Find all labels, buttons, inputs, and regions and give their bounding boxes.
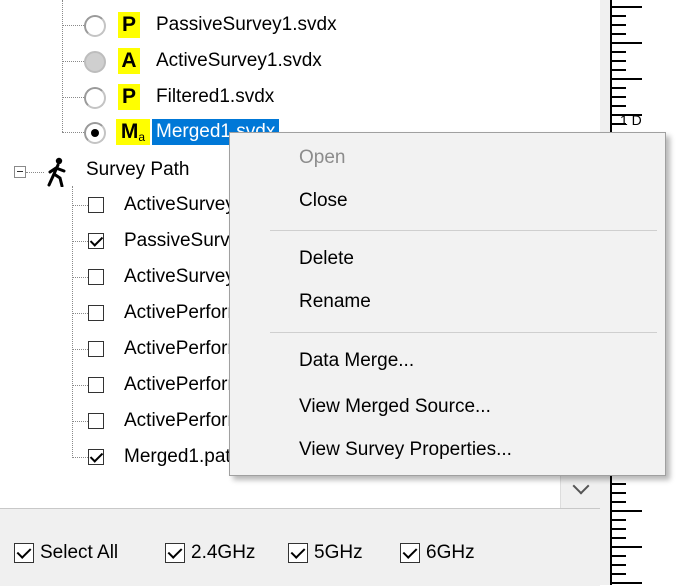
menu-item-open[interactable]: Open (299, 143, 345, 173)
badge-letter: A (121, 49, 137, 72)
tree-connector (72, 205, 88, 206)
ruler-tick (612, 564, 626, 566)
menu-item-close[interactable]: Close (299, 186, 348, 216)
tree-connector (62, 0, 63, 132)
menu-separator (270, 230, 657, 231)
path-checkbox[interactable] (88, 269, 104, 285)
tree-connector (62, 97, 84, 98)
ruler-tick (612, 546, 642, 548)
path-checkbox[interactable] (88, 377, 104, 393)
tree-connector (72, 457, 88, 458)
file-name[interactable]: ActiveSurvey1.svdx (156, 48, 322, 74)
select-all-label[interactable]: Select All (40, 541, 118, 565)
menu-item-delete[interactable]: Delete (299, 244, 354, 274)
ruler-tick (612, 60, 626, 62)
ruler-tick (612, 87, 626, 89)
ruler-tick (612, 582, 642, 584)
chevron-down-icon (572, 477, 590, 495)
ruler-tick (612, 78, 642, 80)
path-checkbox[interactable] (88, 413, 104, 429)
tree-connector (62, 132, 84, 133)
band-6ghz-label[interactable]: 6GHz (426, 541, 475, 565)
path-checkbox[interactable] (88, 197, 104, 213)
badge-letter: P (121, 85, 136, 108)
passive-badge-icon: P (118, 12, 140, 38)
radio-button-selected[interactable] (84, 122, 106, 144)
context-menu: Open Close Delete Rename Data Merge... V… (229, 132, 666, 476)
ruler-tick (612, 51, 626, 53)
tree-connector (72, 385, 88, 386)
path-item-label[interactable]: ActiveSurvey1 (124, 264, 245, 290)
path-checkbox[interactable] (88, 341, 104, 357)
ruler-tick (612, 15, 626, 17)
ruler-tick (612, 6, 642, 8)
menu-item-data-merge[interactable]: Data Merge... (299, 346, 414, 376)
ruler-tick (612, 519, 626, 521)
ruler-tick (612, 42, 642, 44)
merged-badge-icon: Ma (116, 119, 150, 145)
tree-connector (62, 61, 84, 62)
path-item-label[interactable]: ActiveSurvey1 (124, 192, 245, 218)
ruler-tick (612, 114, 642, 116)
menu-item-view-merged-source[interactable]: View Merged Source... (299, 392, 491, 422)
tree-connector (72, 277, 88, 278)
radio-button[interactable] (84, 87, 106, 109)
badge-subscript: a (138, 130, 146, 144)
band-5ghz-label[interactable]: 5GHz (314, 541, 363, 565)
band-5ghz-checkbox[interactable] (288, 543, 308, 563)
ruler-tick (612, 492, 626, 494)
badge-letter: M (120, 120, 139, 143)
menu-separator (270, 332, 657, 333)
passive-badge-icon: P (118, 84, 140, 110)
tree-connector (72, 313, 88, 314)
tree-connector (72, 421, 88, 422)
tree-connector (72, 186, 73, 456)
ruler-tick (612, 537, 626, 539)
band-2-4ghz-label[interactable]: 2.4GHz (191, 541, 255, 565)
band-6ghz-checkbox[interactable] (400, 543, 420, 563)
file-name[interactable]: PassiveSurvey1.svdx (156, 12, 337, 38)
select-all-checkbox[interactable] (14, 543, 34, 563)
ruler-tick (612, 528, 626, 530)
ruler-tick (612, 69, 626, 71)
tree-connector (72, 241, 88, 242)
ruler-tick (612, 483, 626, 485)
path-checkbox-checked[interactable] (88, 233, 104, 249)
band-filter-bar: Select All 2.4GHz 5GHz 6GHz (0, 508, 600, 586)
ruler-tick (612, 510, 642, 512)
file-name[interactable]: Filtered1.svdx (156, 84, 274, 110)
path-item-label[interactable]: Merged1.path (124, 444, 241, 470)
ruler-tick (612, 573, 626, 575)
collapse-toggle[interactable] (14, 166, 26, 178)
ruler-tick (612, 24, 626, 26)
path-checkbox-checked[interactable] (88, 449, 104, 465)
path-checkbox[interactable] (88, 305, 104, 321)
ruler-tick (612, 105, 626, 107)
tree-connector (72, 349, 88, 350)
survey-path-label[interactable]: Survey Path (86, 157, 190, 183)
menu-item-rename[interactable]: Rename (299, 287, 371, 317)
ruler-tick (612, 96, 626, 98)
tree-connector (62, 25, 84, 26)
ruler-tick (612, 555, 626, 557)
menu-item-view-survey-properties[interactable]: View Survey Properties... (299, 435, 512, 465)
ruler-tick (612, 501, 626, 503)
radio-button[interactable] (84, 51, 106, 73)
band-2-4ghz-checkbox[interactable] (165, 543, 185, 563)
radio-button[interactable] (84, 15, 106, 37)
badge-letter: P (121, 13, 136, 36)
scroll-down-button[interactable] (560, 472, 601, 508)
ruler-tick (612, 33, 626, 35)
tree-connector (26, 172, 44, 173)
walking-person-icon (47, 157, 66, 187)
active-badge-icon: A (118, 48, 140, 74)
ruler-tick (612, 123, 626, 125)
